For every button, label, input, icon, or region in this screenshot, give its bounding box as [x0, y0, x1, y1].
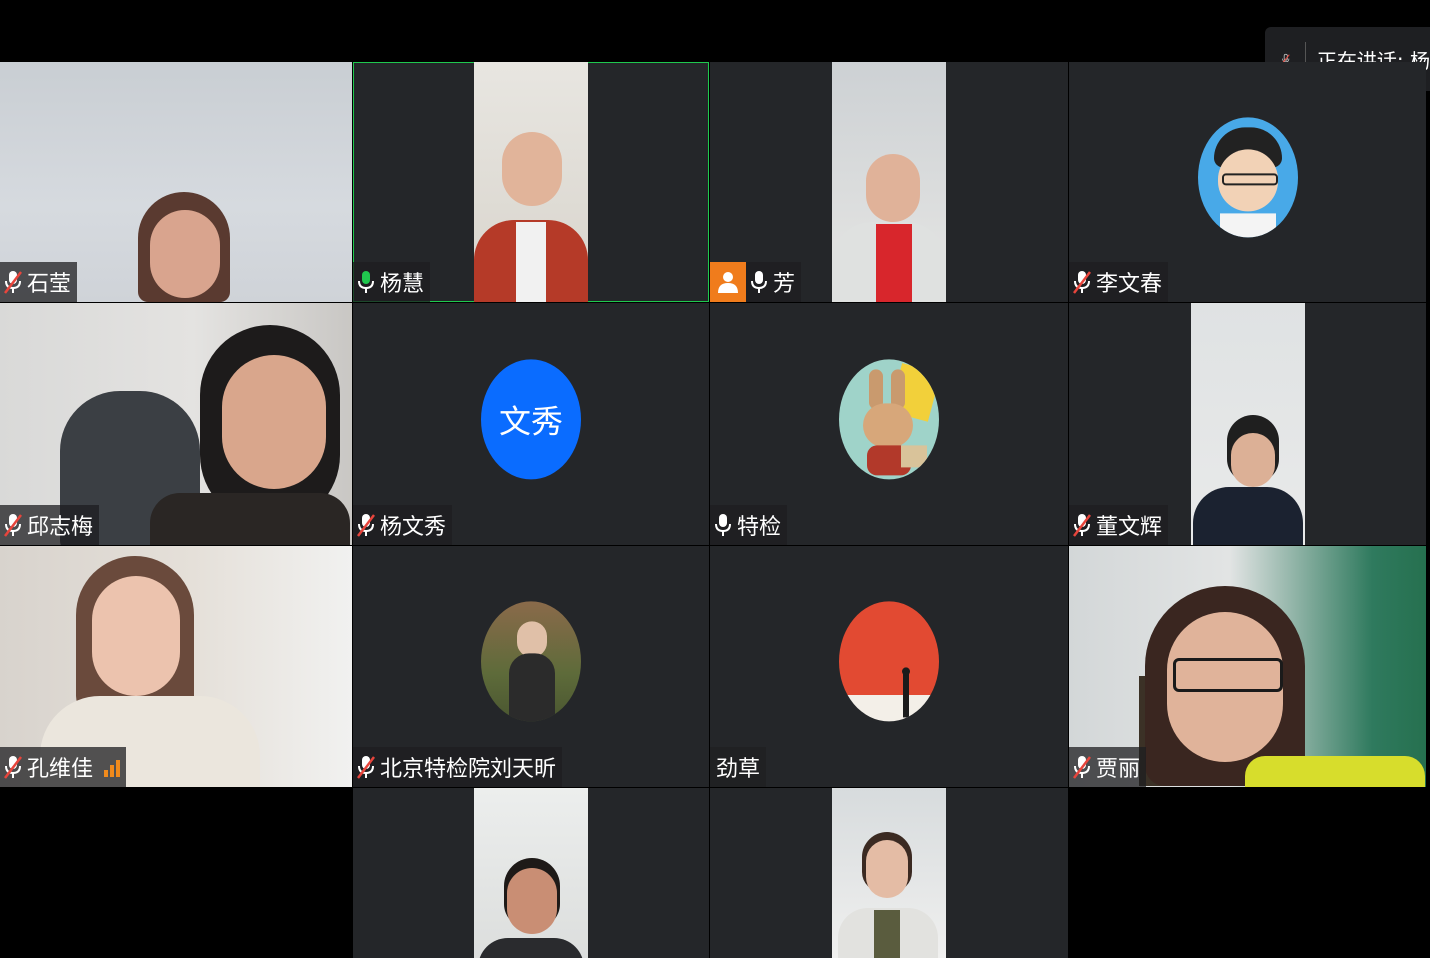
mic-icon: [751, 271, 767, 293]
participant-tile-yanghui[interactable]: 杨慧: [353, 62, 709, 302]
mic-muted-icon: [357, 514, 375, 537]
name-label: 特检: [710, 505, 788, 545]
name-label: 李文春: [1069, 262, 1169, 302]
cartoon-avatar: [1197, 117, 1298, 238]
mic-muted-icon: [1073, 271, 1091, 294]
participant-tile-unnamed-2[interactable]: [710, 788, 1068, 958]
participant-grid: 石莹 杨慧 芳 李文春 邱志梅 文秀 杨文秀 特检 董文辉 孔维佳 北京特检院刘…: [0, 62, 1426, 958]
mic-muted-icon: [357, 756, 375, 779]
host-badge: [710, 262, 746, 302]
participant-video: [832, 62, 946, 302]
participant-tile-shiying[interactable]: 石莹: [0, 62, 352, 302]
mic-active-icon: [358, 271, 374, 293]
empty-slot: [0, 788, 352, 958]
mic-muted-icon: [1073, 514, 1091, 537]
name-label: 孔维佳: [0, 747, 127, 787]
network-signal-icon[interactable]: [104, 757, 121, 777]
name-label: 劲草: [710, 747, 767, 787]
name-label: 北京特检院刘天昕: [353, 747, 563, 787]
participant-tile-jincao[interactable]: 劲草: [710, 546, 1068, 787]
art-avatar: [839, 601, 939, 722]
rabbit-avatar: [839, 359, 939, 480]
mic-muted-icon: [4, 514, 22, 537]
participant-video: [1190, 303, 1305, 545]
participant-tile-unnamed-1[interactable]: [353, 788, 709, 958]
mic-icon: [715, 514, 731, 536]
name-label: 邱志梅: [0, 505, 100, 545]
mic-muted-icon: [1073, 756, 1091, 779]
name-label: 董文辉: [1069, 505, 1169, 545]
text-avatar: 文秀: [481, 359, 581, 480]
mic-muted-icon: [4, 271, 22, 294]
name-label: 芳: [746, 262, 802, 302]
name-label: 杨慧: [353, 262, 431, 302]
participant-tile-jiali[interactable]: 贾丽: [1069, 546, 1426, 787]
empty-slot: [1069, 788, 1426, 958]
participant-video: [474, 62, 588, 302]
participant-tile-fang[interactable]: 芳: [710, 62, 1068, 302]
participant-tile-liutianxin[interactable]: 北京特检院刘天昕: [353, 546, 709, 787]
participant-tile-liwenchun[interactable]: 李文春: [1069, 62, 1426, 302]
participant-tile-kongweijia[interactable]: 孔维佳: [0, 546, 352, 787]
participant-tile-qiuzhimei[interactable]: 邱志梅: [0, 303, 352, 545]
participant-tile-yangwenxiu[interactable]: 文秀 杨文秀: [353, 303, 709, 545]
name-label: 杨文秀: [353, 505, 453, 545]
participant-tile-dongwenhui[interactable]: 董文辉: [1069, 303, 1426, 545]
participant-video: [474, 788, 588, 958]
participant-video: [832, 788, 946, 958]
user-icon: [718, 272, 738, 293]
mic-muted-icon: [4, 756, 22, 779]
name-label: 贾丽: [1069, 747, 1147, 787]
photo-avatar: [481, 601, 581, 722]
participant-tile-tejian[interactable]: 特检: [710, 303, 1068, 545]
name-label: 石莹: [0, 262, 78, 302]
